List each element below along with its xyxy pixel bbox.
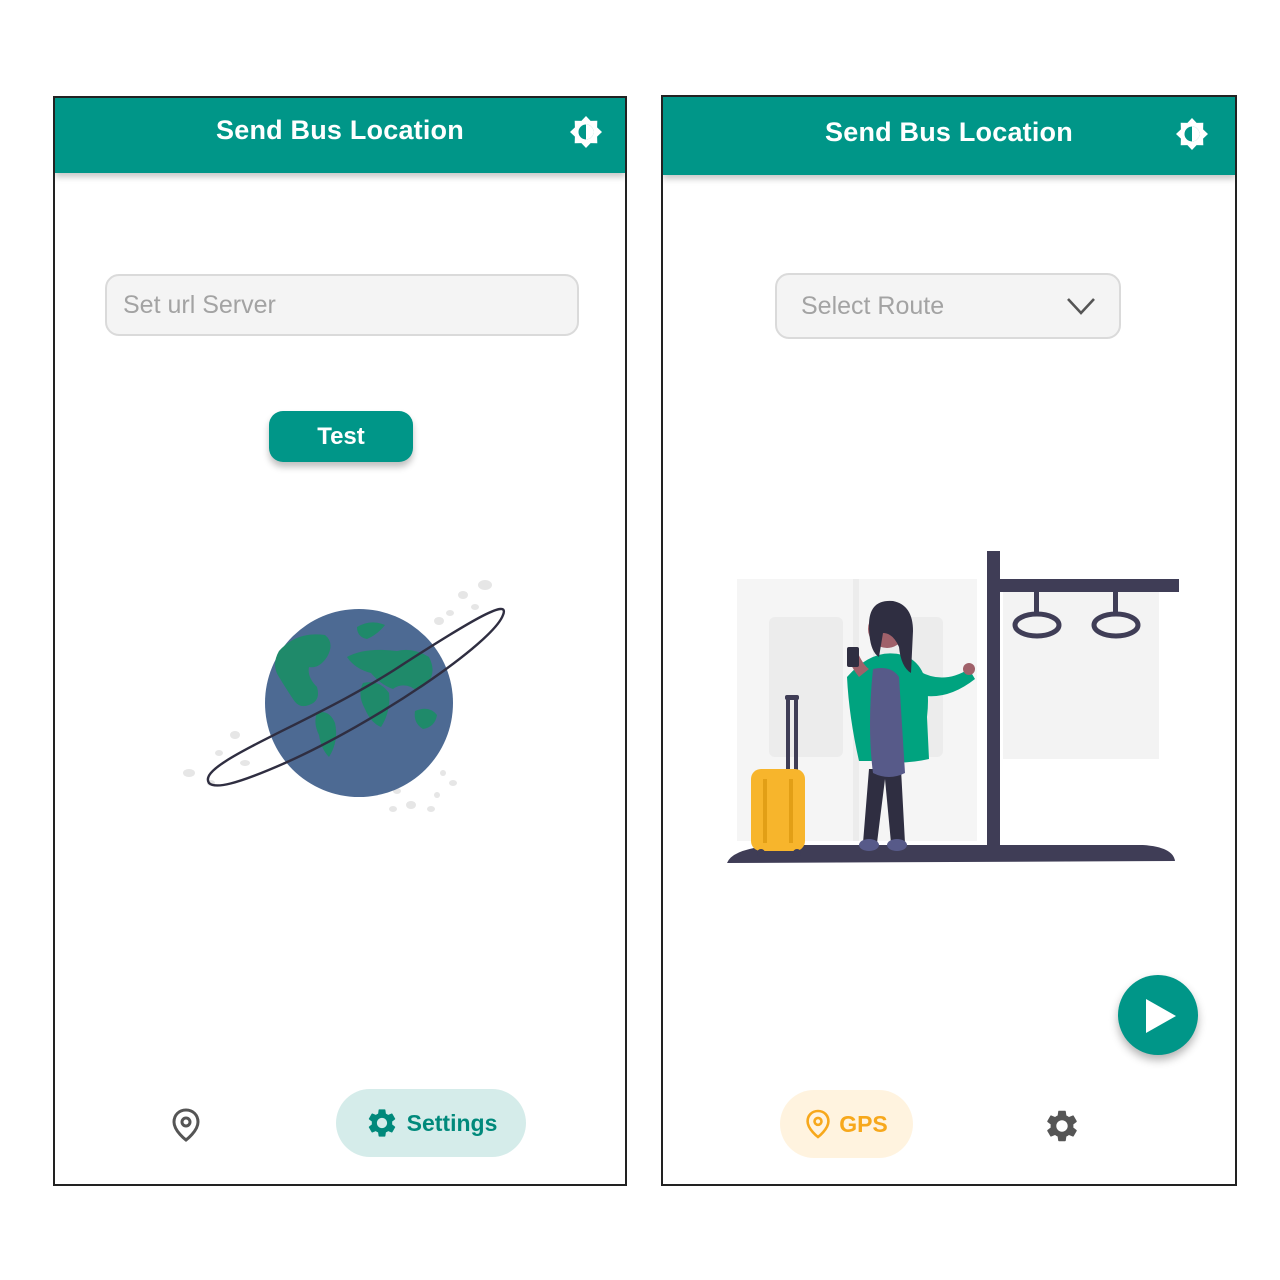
app-bar: Send Bus Location (55, 98, 625, 173)
gps-nav-label: GPS (839, 1110, 888, 1137)
app-bar: Send Bus Location (663, 97, 1235, 175)
settings-screen: Send Bus Location Test (53, 96, 627, 1186)
gear-icon (368, 1109, 395, 1137)
route-select[interactable]: Select Route (775, 273, 1121, 339)
server-url-input[interactable] (105, 274, 579, 336)
bus-stop-illustration (727, 551, 1179, 863)
gps-nav-icon[interactable] (171, 1107, 201, 1143)
theme-toggle-icon[interactable] (1175, 117, 1209, 151)
settings-nav-tab[interactable]: Settings (336, 1089, 526, 1157)
settings-nav-label: Settings (406, 1109, 498, 1136)
app-title: Send Bus Location (216, 115, 464, 145)
route-select-placeholder: Select Route (801, 292, 945, 320)
chevron-down-icon (1067, 298, 1095, 315)
theme-toggle-icon[interactable] (569, 115, 603, 149)
gps-nav-tab[interactable]: GPS (780, 1090, 913, 1158)
play-icon (1146, 999, 1176, 1033)
gps-screen: Send Bus Location Select Route GPS (661, 95, 1237, 1186)
globe-illustration (183, 580, 506, 812)
test-button[interactable]: Test (269, 411, 413, 462)
app-title: Send Bus Location (825, 117, 1073, 147)
location-pin-icon (806, 1109, 830, 1139)
settings-nav-icon[interactable] (1043, 1107, 1081, 1145)
start-tracking-button[interactable] (1118, 975, 1198, 1055)
